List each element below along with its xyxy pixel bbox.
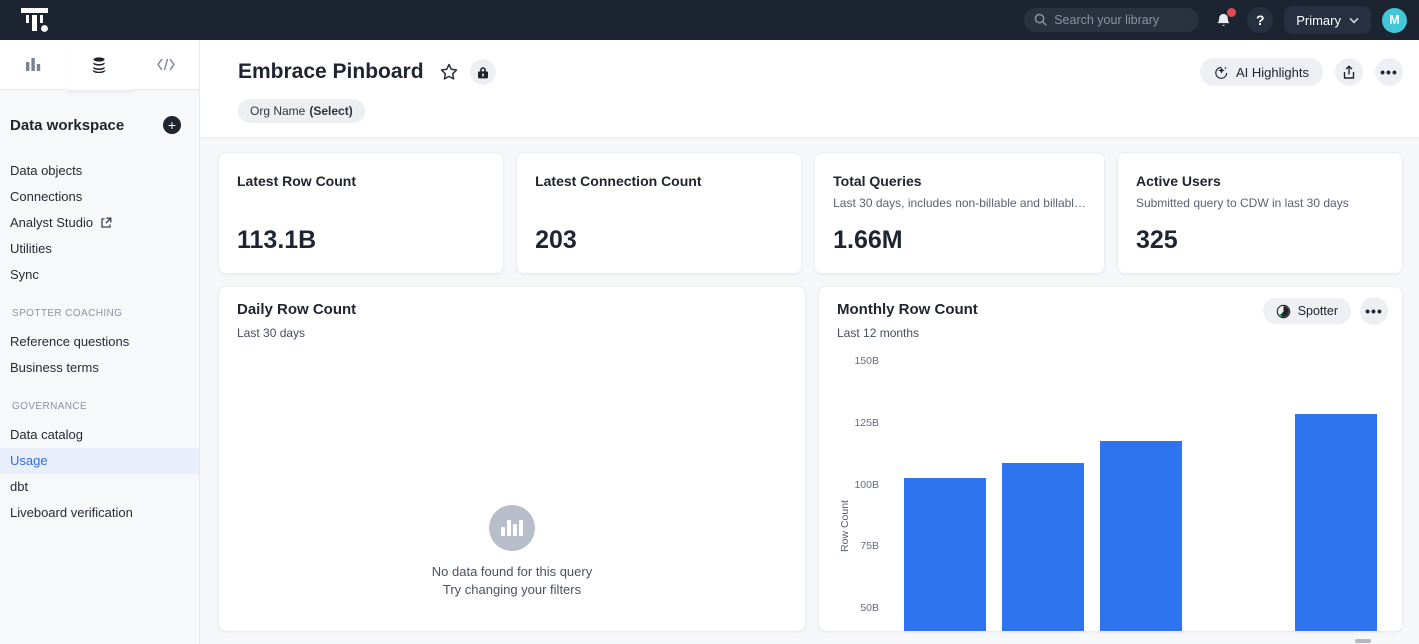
y-tick-label: 100B [819, 479, 879, 491]
search-input[interactable] [1024, 8, 1199, 32]
y-tick-label: 150B [819, 355, 879, 367]
sidebar-item-data-catalog[interactable]: Data catalog [0, 422, 199, 448]
kpi-card-latest-connection-count[interactable]: Latest Connection Count 203 [516, 152, 802, 274]
kpi-card-latest-row-count[interactable]: Latest Row Count 113.1B [218, 152, 504, 274]
library-search [1024, 8, 1199, 32]
plus-icon: + [168, 118, 176, 132]
section-label-spotter-coaching: SPOTTER COACHING [0, 308, 199, 319]
empty-state-title: No data found for this query [432, 564, 592, 579]
thoughtspot-logo-icon[interactable] [20, 7, 50, 33]
kpi-card-active-users[interactable]: Active Users Submitted query to CDW in l… [1117, 152, 1403, 274]
org-selector[interactable]: Primary [1284, 6, 1371, 34]
tab-liveboards[interactable] [0, 40, 66, 90]
chart-bar[interactable] [1100, 441, 1182, 631]
user-avatar[interactable]: M [1382, 8, 1407, 33]
empty-chart-icon [489, 505, 535, 551]
kpi-title: Latest Connection Count [535, 173, 783, 189]
notification-badge [1227, 8, 1236, 17]
empty-state: No data found for this query Try changin… [219, 505, 805, 597]
monthly-chart-plot: 150B 125B 100B 75B 50B Row Count [819, 287, 1402, 631]
chart-bar[interactable] [904, 478, 986, 631]
notifications-button[interactable] [1210, 7, 1236, 33]
tab-code[interactable] [133, 40, 199, 90]
search-icon [1033, 12, 1048, 32]
external-link-icon [100, 217, 112, 229]
card-title: Daily Row Count [237, 301, 791, 318]
favorite-button[interactable] [436, 59, 462, 85]
add-button[interactable]: + [163, 116, 181, 134]
lock-button[interactable] [470, 59, 496, 85]
y-tick-label: 125B [819, 417, 879, 429]
sidebar-item-usage[interactable]: Usage [0, 448, 199, 474]
daily-row-count-card[interactable]: Daily Row Count Last 30 days No data fou… [218, 286, 806, 632]
section-label-governance: GOVERNANCE [0, 401, 199, 412]
help-button[interactable]: ? [1247, 7, 1273, 33]
ellipsis-icon: ••• [1380, 65, 1398, 79]
workspace-header: Data workspace + [0, 90, 199, 134]
kpi-subtitle: Submitted query to CDW in last 30 days [1136, 196, 1384, 210]
code-icon [157, 58, 175, 71]
chart-bar[interactable] [1002, 463, 1084, 631]
sidebar-item-dbt[interactable]: dbt [0, 474, 199, 500]
sidebar-item-utilities[interactable]: Utilities [0, 236, 199, 262]
sidebar: Data workspace + Data objects Connection… [0, 40, 200, 644]
ai-sparkle-icon [1214, 65, 1229, 80]
lock-icon [477, 66, 489, 79]
kpi-title: Latest Row Count [237, 173, 485, 189]
kpi-title: Total Queries [833, 173, 1086, 189]
y-axis-label: Row Count [839, 500, 851, 552]
kpi-subtitle: Last 30 days, includes non-billable and … [833, 196, 1086, 210]
kpi-value: 113.1B [237, 226, 485, 255]
more-options-button[interactable]: ••• [1375, 58, 1403, 86]
kpi-value: 203 [535, 226, 783, 255]
kpi-value: 325 [1136, 226, 1384, 255]
sidebar-item-sync[interactable]: Sync [0, 262, 199, 288]
ai-highlights-button[interactable]: AI Highlights [1200, 58, 1323, 86]
chart-bar[interactable] [1295, 414, 1377, 631]
share-icon [1342, 65, 1356, 80]
share-button[interactable] [1335, 58, 1363, 86]
sidebar-tabs [0, 40, 199, 90]
sidebar-item-reference-questions[interactable]: Reference questions [0, 329, 199, 355]
sidebar-item-liveboard-verification[interactable]: Liveboard verification [0, 500, 199, 526]
org-name-filter-chip[interactable]: Org Name(Select) [238, 99, 365, 123]
monthly-row-count-card[interactable]: Monthly Row Count Last 12 months Spotter [818, 286, 1403, 632]
tab-data-workspace[interactable] [66, 40, 132, 90]
liveboard-content: Latest Row Count 113.1B Latest Connectio… [200, 138, 1419, 632]
question-mark-icon: ? [1256, 12, 1265, 28]
sidebar-item-data-objects[interactable]: Data objects [0, 158, 199, 184]
database-icon [92, 57, 106, 73]
y-tick-label: 50B [819, 602, 879, 614]
sidebar-item-business-terms[interactable]: Business terms [0, 355, 199, 381]
kpi-card-total-queries[interactable]: Total Queries Last 30 days, includes non… [814, 152, 1105, 274]
star-icon [439, 62, 459, 82]
sidebar-item-connections[interactable]: Connections [0, 184, 199, 210]
chevron-down-icon [1349, 17, 1359, 24]
sidebar-nav: Data objects Connections Analyst Studio … [0, 158, 199, 526]
workspace-title: Data workspace [10, 117, 124, 134]
org-selector-label: Primary [1296, 13, 1341, 28]
kpi-value: 1.66M [833, 226, 1086, 255]
kpi-title: Active Users [1136, 173, 1384, 189]
topbar: ? Primary M [0, 0, 1419, 40]
ai-highlights-label: AI Highlights [1236, 65, 1309, 80]
sidebar-item-analyst-studio[interactable]: Analyst Studio [0, 210, 199, 236]
empty-state-subtitle: Try changing your filters [443, 582, 581, 597]
card-subtitle: Last 30 days [237, 326, 791, 340]
chart-scrollbar-thumb[interactable] [1355, 639, 1371, 643]
page-header: Embrace Pinboard [200, 40, 1419, 138]
bar-chart-icon [25, 57, 42, 72]
page-title: Embrace Pinboard [238, 60, 424, 84]
